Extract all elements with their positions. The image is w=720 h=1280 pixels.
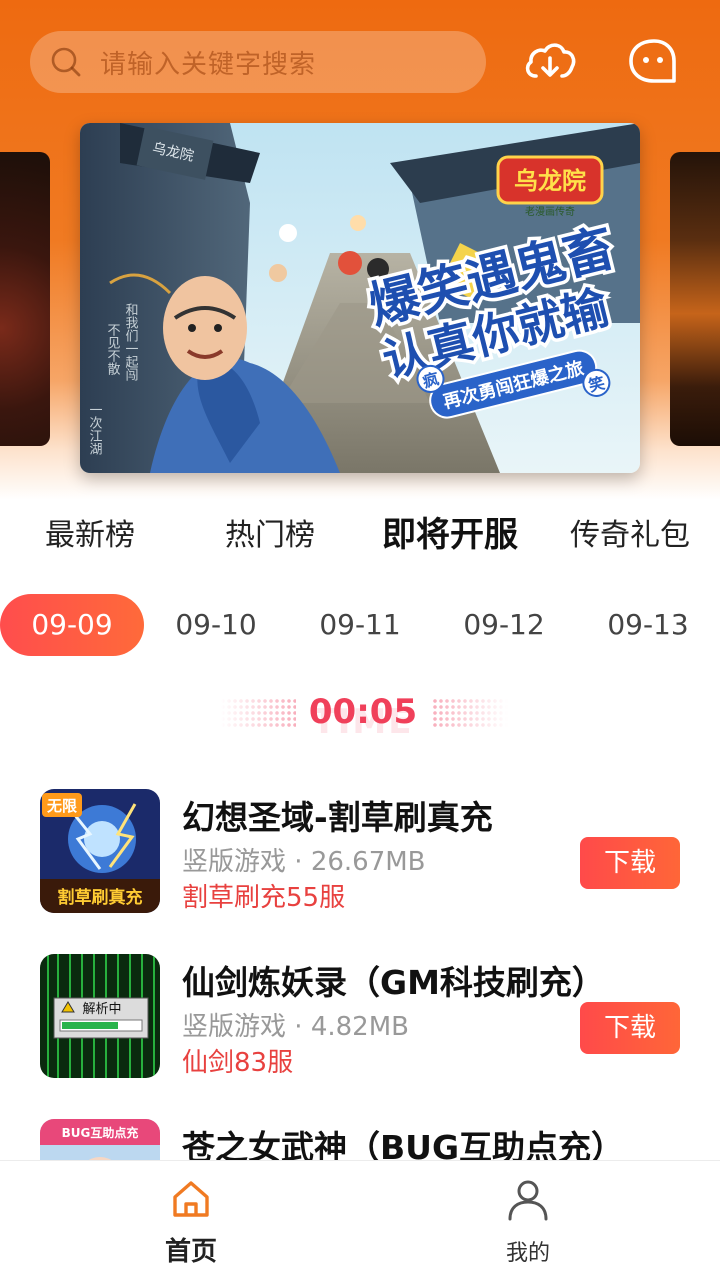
nav-mine[interactable]: 我的 [448, 1161, 608, 1280]
game-server: 割草刷充55服 [182, 883, 346, 913]
date-tab-0911[interactable]: 09-11 [288, 594, 432, 656]
meta-separator: · [294, 847, 303, 877]
banner-logo: 乌龙院 [514, 167, 586, 195]
game-size: 4.82MB [310, 1012, 409, 1042]
nav-home-label: 首页 [164, 1237, 217, 1267]
banner-logo-sub: 老漫画传奇 [525, 205, 575, 218]
game-icon: 无限 割草刷真充 [40, 789, 160, 913]
download-button[interactable]: 下载 [580, 837, 680, 889]
search-placeholder: 请输入关键字搜索 [100, 49, 317, 80]
nav-mine-label: 我的 [505, 1241, 550, 1266]
banner-slide-next[interactable] [670, 152, 720, 446]
game-title: 仙剑炼妖录（GM科技刷充） [182, 963, 605, 1002]
nav-home[interactable]: 首页 [111, 1161, 271, 1280]
game-type: 竖版游戏 [182, 847, 287, 877]
game-icon-caption: 割草刷真充 [58, 887, 143, 908]
game-icon-tag: 无限 [46, 797, 77, 815]
game-title: 幻想圣域-割草刷真充 [182, 798, 493, 837]
banner-slide-current[interactable]: 乌龙院 和我们一起闯 不见不散 一次江湖 乌龙院 老漫画传奇 爆笑遇鬼畜 认真你… [80, 123, 640, 473]
rank-tabs: 最新榜 热门榜 即将开服 传奇礼包 [0, 500, 720, 560]
tab-hot[interactable]: 热门榜 [180, 510, 360, 554]
wall-text-3: 一次江湖 [87, 403, 103, 455]
timer-decoration-left [220, 698, 296, 728]
search-icon [51, 47, 81, 77]
search-input[interactable]: 请输入关键字搜索 [30, 31, 486, 93]
user-icon [508, 1180, 548, 1221]
date-tab-0909[interactable]: 09-09 [0, 594, 144, 656]
tab-gift-pack[interactable]: 传奇礼包 [540, 510, 720, 554]
game-icon-caption: BUG互助点充 [62, 1125, 139, 1140]
date-selector: 09-09 09-10 09-11 09-12 09-13 [0, 594, 720, 658]
message-bubble-icon[interactable] [626, 36, 682, 88]
wall-text-2: 不见不散 [105, 323, 121, 375]
timer-decoration-right [432, 698, 508, 728]
game-icon: 解析中 [40, 954, 160, 1078]
download-button[interactable]: 下载 [580, 1002, 680, 1054]
bottom-navigation: 首页 我的 [0, 1160, 720, 1280]
tab-latest[interactable]: 最新榜 [0, 510, 180, 554]
cloud-download-icon[interactable] [522, 36, 578, 88]
game-size: 26.67MB [310, 847, 426, 877]
date-tab-0910[interactable]: 09-10 [144, 594, 288, 656]
tab-upcoming[interactable]: 即将开服 [360, 507, 540, 556]
game-list-item[interactable]: 解析中 仙剑炼妖录（GM科技刷充） 竖版游戏 · 4.82MB 仙剑83服 下载 [0, 954, 720, 1084]
game-meta: 竖版游戏 · 26.67MB [182, 841, 426, 878]
game-type: 竖版游戏 [182, 1012, 287, 1042]
game-list-item[interactable]: 无限 割草刷真充 幻想圣域-割草刷真充 竖版游戏 · 26.67MB 割草刷充5… [0, 789, 720, 919]
game-server: 仙剑83服 [182, 1048, 294, 1078]
banner-artwork: 乌龙院 和我们一起闯 不见不散 一次江湖 乌龙院 老漫画传奇 爆笑遇鬼畜 认真你… [80, 123, 640, 473]
home-icon [173, 1181, 209, 1217]
wall-text-1: 和我们一起闯 [123, 303, 139, 381]
time-slot-header: TIME 00:05 [210, 690, 510, 742]
time-slot-label: 00:05 [308, 692, 418, 732]
game-icon-caption: 解析中 [82, 1002, 121, 1017]
date-tab-0912[interactable]: 09-12 [432, 594, 576, 656]
banner-slide-prev[interactable] [0, 152, 50, 446]
date-tab-0913[interactable]: 09-13 [576, 594, 720, 656]
meta-separator: · [294, 1012, 303, 1042]
game-meta: 竖版游戏 · 4.82MB [182, 1006, 409, 1043]
